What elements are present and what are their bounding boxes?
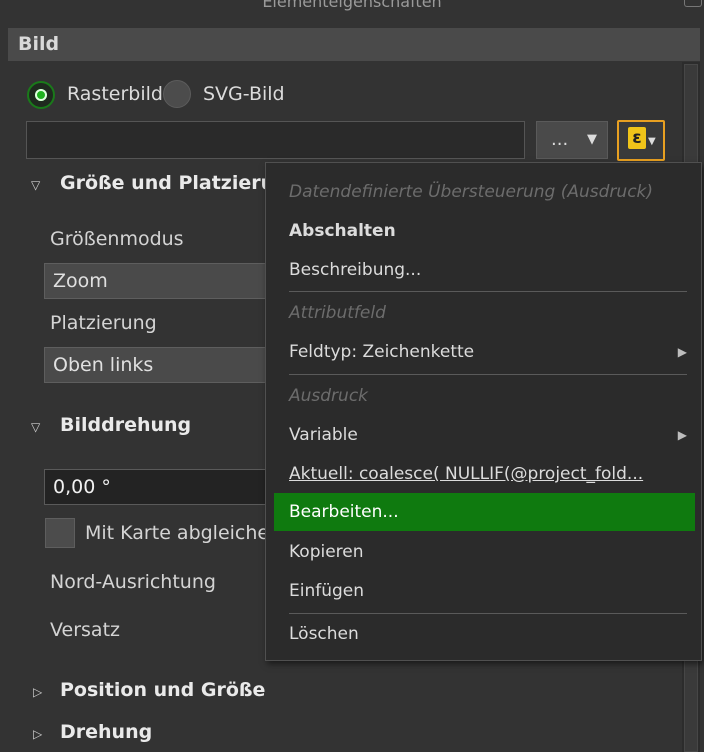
sync-with-map-label[interactable]: Mit Karte abgleichen	[85, 522, 281, 544]
placement-label: Platzierung	[50, 312, 157, 334]
window-title: Elementeigenschaften	[262, 0, 442, 11]
size-mode-label: Größenmodus	[50, 228, 184, 250]
submenu-arrow-icon: ▶	[677, 428, 687, 442]
menu-item-field-type-label: Feldtyp: Zeichenkette	[289, 342, 475, 362]
collapsed-triangle-icon[interactable]: ▷	[33, 727, 42, 741]
browse-button[interactable]: ... ▼	[536, 121, 608, 159]
group-title-position-size[interactable]: Position und Größe	[60, 679, 265, 701]
group-title-image-rotation[interactable]: Bilddrehung	[60, 414, 191, 436]
menu-item-deactivate[interactable]: Abschalten	[266, 212, 701, 250]
menu-item-edit[interactable]: Bearbeiten...	[274, 493, 695, 531]
browse-dropdown-arrow-icon: ▼	[587, 132, 597, 147]
submenu-arrow-icon: ▶	[677, 345, 687, 359]
north-alignment-label: Nord-Ausrichtung	[50, 571, 216, 593]
size-mode-combo[interactable]: Zoom	[44, 263, 284, 299]
expression-epsilon-icon: ε	[628, 127, 646, 149]
menu-item-description[interactable]: Beschreibung...	[266, 251, 701, 289]
rotation-input[interactable]: 0,00 °	[44, 469, 284, 505]
menu-separator	[289, 374, 687, 375]
offset-label: Versatz	[50, 619, 120, 641]
menu-item-paste[interactable]: Einfügen	[266, 572, 701, 610]
data-defined-override-menu[interactable]: Datendefinierte Übersteuerung (Ausdruck)…	[265, 162, 702, 661]
dd-caret-icon: ▼	[648, 136, 656, 147]
expanded-triangle-icon[interactable]: ▽	[31, 420, 40, 434]
raster-radio-label[interactable]: Rasterbild	[67, 83, 163, 105]
menu-item-delete[interactable]: Löschen	[266, 615, 701, 653]
menu-item-current-expression[interactable]: Aktuell: coalesce( NULLIF(@project_fold.…	[266, 455, 701, 493]
menu-section-attribute-field: Attributfeld	[289, 303, 386, 323]
group-title-size[interactable]: Größe und Platzierung	[60, 172, 266, 194]
expanded-triangle-icon[interactable]: ▽	[31, 178, 40, 192]
svg-radio[interactable]	[163, 80, 191, 108]
menu-item-copy[interactable]: Kopieren	[266, 533, 701, 571]
group-title-rotation[interactable]: Drehung	[60, 721, 152, 743]
section-header-bild: Bild	[8, 28, 700, 61]
browse-button-label: ...	[551, 129, 569, 150]
menu-header: Datendefinierte Übersteuerung (Ausdruck)	[289, 182, 654, 202]
menu-section-expression: Ausdruck	[289, 386, 369, 406]
collapsed-triangle-icon[interactable]: ▷	[33, 685, 42, 699]
float-window-icon[interactable]	[684, 0, 702, 7]
placement-combo[interactable]: Oben links	[44, 347, 284, 383]
menu-item-field-type[interactable]: Feldtyp: Zeichenkette ▶	[266, 333, 701, 371]
raster-radio[interactable]	[27, 81, 55, 109]
image-path-input[interactable]	[26, 121, 525, 159]
menu-separator	[289, 613, 687, 614]
data-defined-override-button[interactable]: ε ▼	[617, 120, 665, 161]
menu-item-variable-label: Variable	[289, 425, 358, 445]
svg-radio-label[interactable]: SVG-Bild	[203, 83, 285, 105]
menu-separator	[289, 291, 687, 292]
sync-with-map-checkbox[interactable]	[45, 518, 75, 548]
menu-item-variable[interactable]: Variable ▶	[266, 416, 701, 454]
